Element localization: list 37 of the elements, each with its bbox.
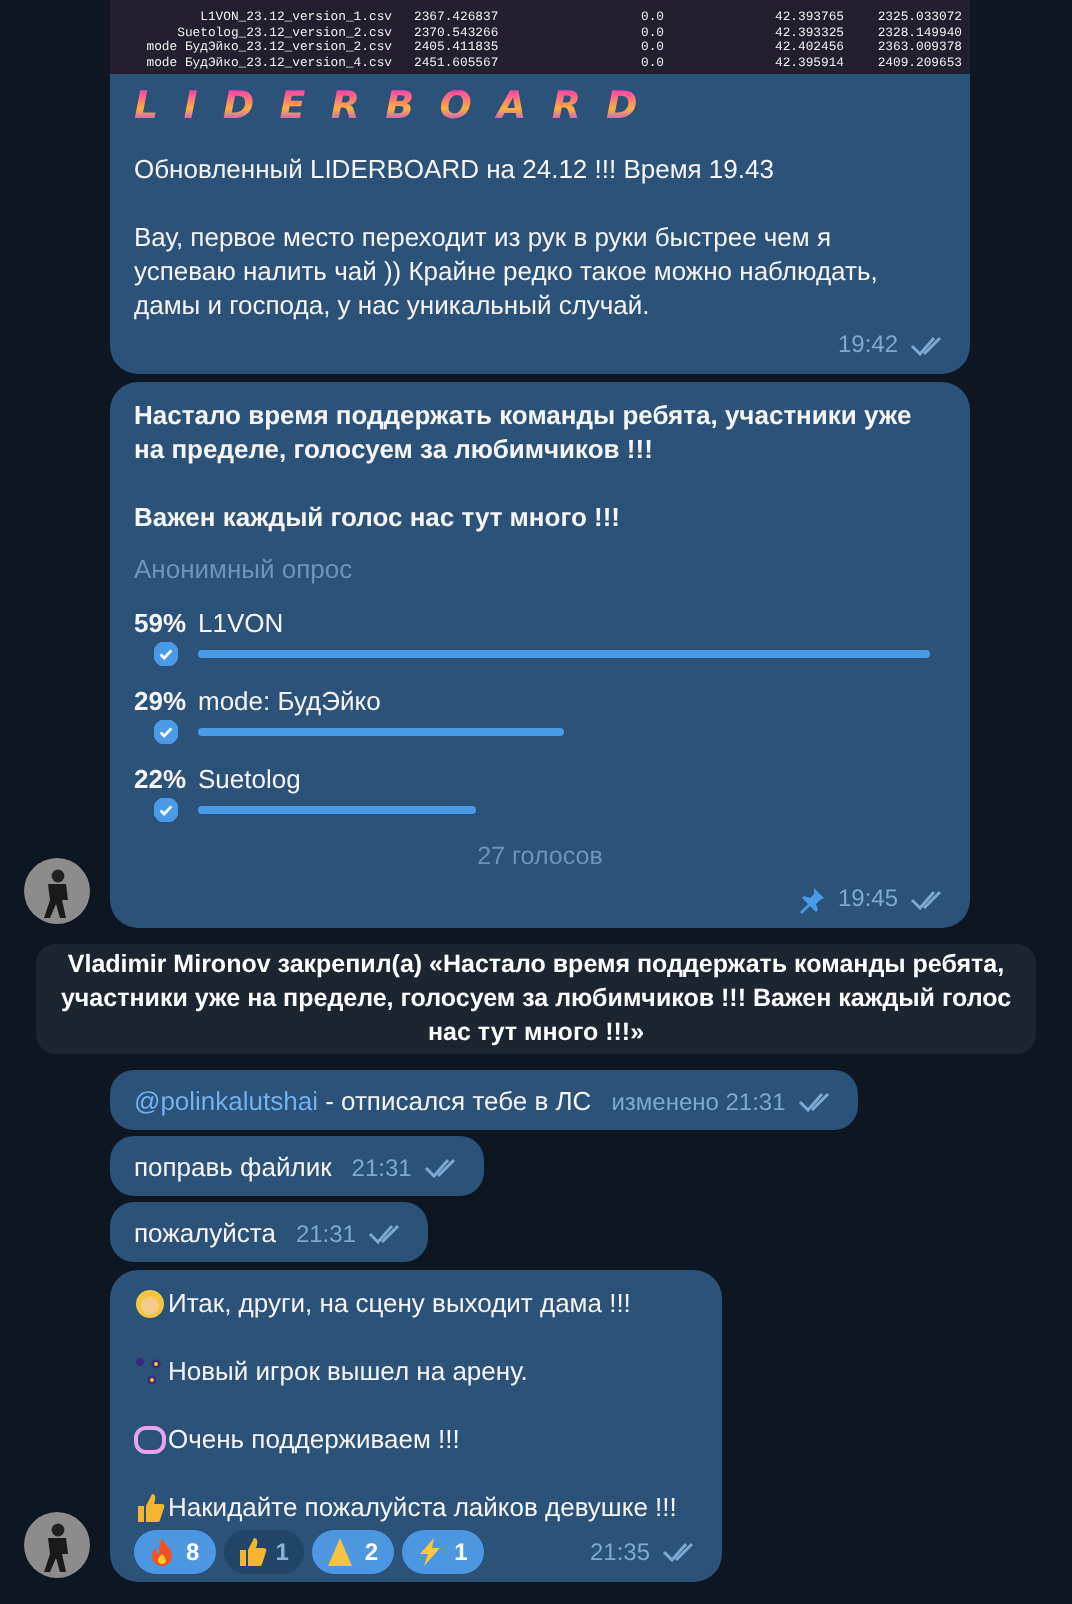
message-time: 21:31 [351,1154,412,1182]
message-text: Новый игрок вышел на арену. [168,1354,528,1388]
fire-icon [146,1536,178,1568]
poll-percent: 22% [134,762,189,796]
message-text: Вау, первое место переходит из рук в руки быстрее чем я успеваю налить чай )) Крайне редко такое можно наблюдать, дамы и господа, у нас уникальный случай. [134,220,880,322]
message-text: пожалуйста [134,1218,276,1248]
thumbs-up-icon [134,1491,166,1523]
message-time: 19:45 [837,882,898,916]
avatar[interactable] [24,858,90,924]
message-text: Накидайте пожалуйста лайков девушке !!! [168,1490,677,1524]
reaction-button[interactable]: 8 [134,1530,216,1574]
poll-question: Важен каждый голос нас тут много !!! [134,500,623,534]
message-time: изменено 21:31 [611,1088,786,1116]
poll-question: Настало время поддержать команды ребята, участники уже на пределе, голосуем за любимчиков !!! [134,398,914,466]
mention-link[interactable]: @polinkalutshai [134,1086,318,1116]
message-time: 21:35 [589,1535,650,1569]
message-time: 19:42 [837,328,898,362]
poll-type: Анонимный опрос [134,552,355,586]
message-text: поправь файлик [134,1152,332,1182]
vote-count: 27 голосов [475,840,605,874]
poll-percent: 59% [134,606,189,640]
poll-option-label: Suetolog [198,762,303,796]
poll-option-label: mode: БудЭйко [198,684,383,718]
pinned-notice: Vladimir Mironov закрепил(а) «Настало время поддержать команды ребята, участники уже на пределе, голосуем за любимчиков !!! Важен каждый голос нас тут много !!!» [36,944,1036,1054]
reaction-button[interactable]: 1 [402,1530,484,1574]
message-text: Обновленный LIDERBOARD на 24.12 !!! Время 19.43 [134,152,776,186]
message-text: Итак, други, на сцену выходит дама !!! [168,1286,631,1320]
sticker-icon [134,1423,166,1455]
poll-percent: 29% [134,684,189,718]
poll-option-label: L1VON [198,606,286,640]
thumbs-up-icon [235,1536,268,1568]
avatar[interactable] [24,1512,90,1578]
message-time: 21:31 [295,1220,356,1248]
reaction-button[interactable]: 2 [312,1530,395,1574]
message-text: @polinkalutshai - отписался тебе в ЛС [134,1086,592,1116]
message-text: Очень поддерживаем !!! [168,1422,460,1456]
reaction-button[interactable]: 1 [223,1530,305,1574]
